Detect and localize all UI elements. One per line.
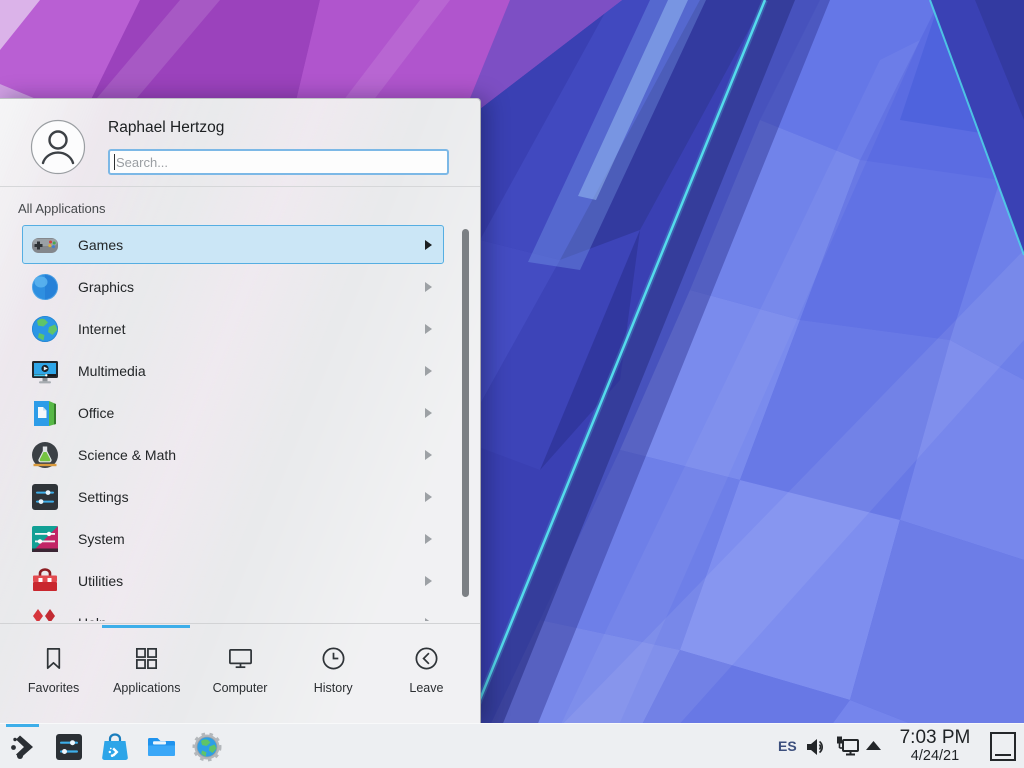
user-avatar-icon[interactable] (30, 119, 86, 175)
user-name: Raphael Hertzog (108, 119, 224, 137)
volume-icon[interactable] (805, 737, 827, 757)
category-row-games[interactable]: Games (0, 224, 481, 266)
list-scrollbar[interactable] (462, 229, 469, 597)
network-icon[interactable] (835, 735, 861, 759)
system-icon (29, 523, 61, 555)
internet-globe-icon (29, 313, 61, 345)
chevron-right-icon (425, 408, 432, 418)
search-input[interactable] (108, 149, 449, 175)
chevron-right-icon (425, 492, 432, 502)
clock-time: 7:03 PM (893, 727, 977, 748)
system-settings-icon[interactable] (53, 731, 85, 763)
kde-launcher-icon[interactable] (7, 731, 39, 763)
section-label: All Applications (18, 201, 105, 216)
keyboard-layout-indicator[interactable]: ES (778, 738, 797, 754)
app-grid-icon (133, 645, 160, 672)
office-document-icon (29, 397, 61, 429)
discover-store-icon[interactable] (99, 731, 131, 763)
category-label: Office (78, 405, 114, 421)
category-row-settings[interactable]: Settings (0, 476, 481, 518)
tab-label: Leave (409, 681, 443, 695)
category-label: Help (78, 615, 107, 621)
category-row-science-math[interactable]: Science & Math (0, 434, 481, 476)
tab-label: Applications (113, 681, 180, 695)
tabbar-separator (0, 623, 480, 624)
web-browser-globe-icon[interactable] (191, 731, 223, 763)
tab-computer[interactable]: Computer (193, 633, 286, 721)
gamepad-icon (29, 229, 61, 261)
desktop-line (995, 754, 1011, 756)
category-label: Internet (78, 321, 125, 337)
multimedia-monitor-icon (29, 355, 61, 387)
expand-tray-caret-icon[interactable] (866, 741, 881, 750)
active-tab-indicator (102, 625, 190, 628)
category-label: Utilities (78, 573, 123, 589)
tab-applications[interactable]: Applications (100, 633, 193, 721)
chevron-right-icon (425, 282, 432, 292)
show-desktop-button[interactable] (990, 732, 1016, 761)
help-icon (29, 607, 61, 621)
leave-icon (413, 645, 440, 672)
category-label: Games (78, 237, 123, 253)
tab-label: Favorites (28, 681, 79, 695)
category-list: Games Graphics Internet (0, 224, 481, 621)
computer-icon (227, 645, 254, 672)
graphics-sphere-icon (29, 271, 61, 303)
category-row-help[interactable]: Help (0, 602, 481, 621)
category-label: Settings (78, 489, 129, 505)
chevron-right-icon (425, 450, 432, 460)
history-clock-icon (320, 645, 347, 672)
launcher-tab-bar: Favorites Applications Comp (7, 633, 473, 721)
taskbar-panel: ES 7:03 PM 4/24/21 (0, 723, 1024, 768)
tab-leave[interactable]: Leave (380, 633, 473, 721)
category-label: Graphics (78, 279, 134, 295)
clock-date: 4/24/21 (893, 748, 977, 765)
chevron-right-icon (425, 576, 432, 586)
tab-favorites[interactable]: Favorites (7, 633, 100, 721)
chevron-right-icon (425, 534, 432, 544)
category-row-graphics[interactable]: Graphics (0, 266, 481, 308)
application-launcher-menu: Raphael Hertzog All Applications Games (0, 98, 481, 723)
settings-sliders-icon (29, 481, 61, 513)
tab-label: History (314, 681, 353, 695)
chevron-right-icon (425, 618, 432, 621)
category-label: System (78, 531, 125, 547)
category-row-office[interactable]: Office (0, 392, 481, 434)
chevron-right-icon (425, 240, 432, 250)
category-row-internet[interactable]: Internet (0, 308, 481, 350)
utilities-toolbox-icon (29, 565, 61, 597)
tab-label: Computer (213, 681, 268, 695)
text-caret (114, 154, 115, 170)
category-label: Science & Math (78, 447, 176, 463)
chevron-right-icon (425, 366, 432, 376)
file-manager-folder-icon[interactable] (145, 731, 177, 763)
launcher-active-indicator (6, 724, 39, 727)
science-flask-icon (29, 439, 61, 471)
bookmark-icon (40, 645, 67, 672)
launcher-header: Raphael Hertzog (0, 99, 480, 187)
tab-history[interactable]: History (287, 633, 380, 721)
chevron-right-icon (425, 324, 432, 334)
category-row-multimedia[interactable]: Multimedia (0, 350, 481, 392)
category-label: Multimedia (78, 363, 146, 379)
category-row-system[interactable]: System (0, 518, 481, 560)
clock-widget[interactable]: 7:03 PM 4/24/21 (893, 727, 977, 765)
category-row-utilities[interactable]: Utilities (0, 560, 481, 602)
